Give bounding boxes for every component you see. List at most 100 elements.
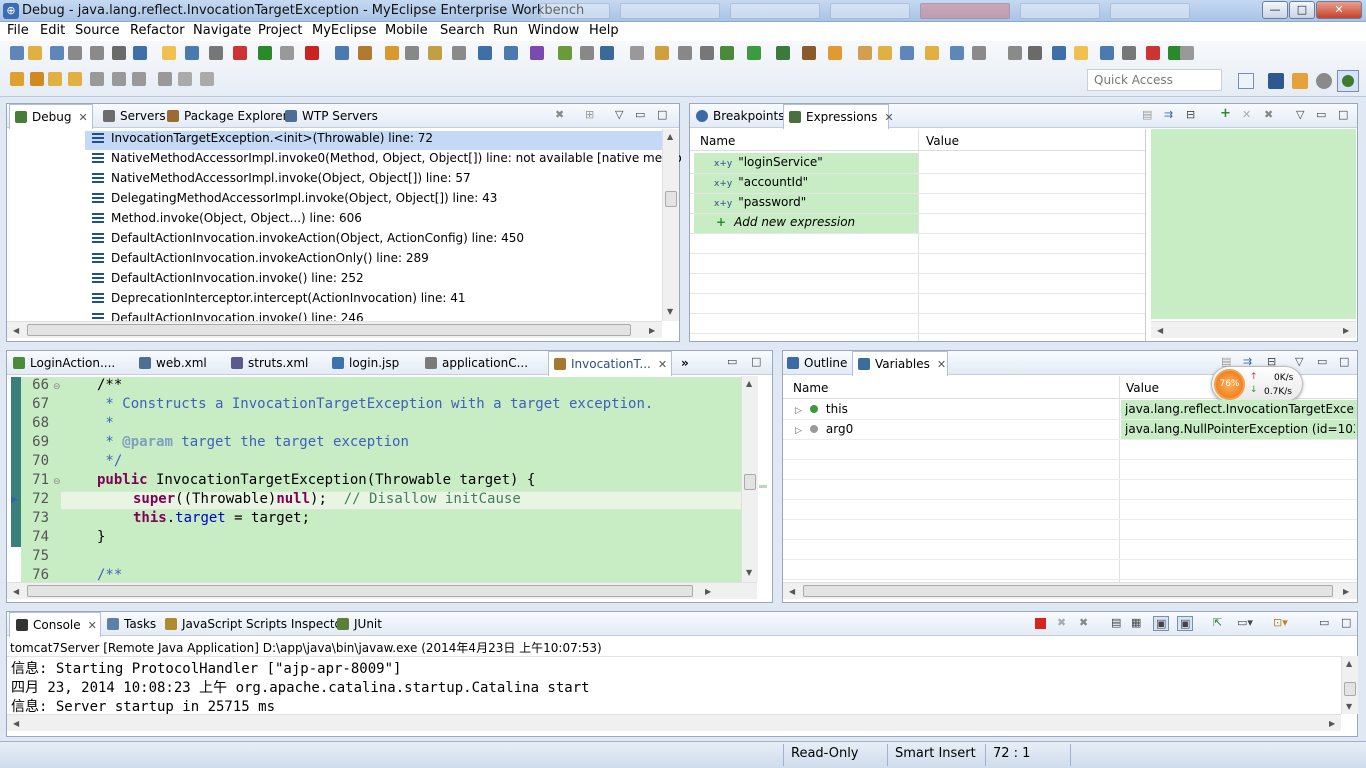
tab-breakpoints[interactable]: Breakpoints bbox=[696, 104, 784, 128]
toolbar-button-icon[interactable] bbox=[678, 46, 692, 60]
view-menu-icon[interactable]: ▽ bbox=[615, 108, 623, 121]
expression-item[interactable]: x+y "password" bbox=[714, 195, 806, 209]
toolbar-button-icon[interactable] bbox=[900, 46, 914, 60]
stack-frame[interactable]: DeprecationInterceptor.intercept(ActionI… bbox=[92, 291, 466, 311]
toolbar-button-icon[interactable] bbox=[335, 46, 349, 60]
minimize-view-icon[interactable]: ▭ bbox=[1316, 108, 1326, 121]
toolbar-button-icon[interactable] bbox=[48, 72, 62, 86]
minimize-view-icon[interactable]: ▭ bbox=[1319, 616, 1329, 629]
toolbar-button-icon[interactable] bbox=[1028, 46, 1042, 60]
maximize-view-icon[interactable]: □ bbox=[1341, 616, 1351, 629]
stack-frame[interactable]: DelegatingMethodAccessorImpl.invoke(Obje… bbox=[92, 191, 497, 211]
code-line-70[interactable]: */ bbox=[97, 453, 122, 469]
toolbar-button-icon[interactable] bbox=[1008, 46, 1022, 60]
toolbar-button-icon[interactable] bbox=[90, 72, 104, 86]
debug-perspective-icon[interactable] bbox=[1337, 70, 1359, 92]
toolbar-button-icon[interactable] bbox=[358, 46, 372, 60]
minimize-button[interactable]: — bbox=[1262, 1, 1288, 19]
view-menu-icon[interactable]: ▽ bbox=[1295, 355, 1303, 368]
toolbar-button-icon[interactable] bbox=[878, 46, 892, 60]
expand-all-icon[interactable]: ⇉ bbox=[1164, 108, 1173, 121]
tab-invocation-target[interactable]: InvocationT... ✕ bbox=[548, 351, 672, 376]
horizontal-scrollbar[interactable]: ◀ ▶ bbox=[7, 321, 662, 338]
close-icon[interactable]: ✕ bbox=[88, 619, 97, 632]
toolbar-button-icon[interactable] bbox=[1074, 46, 1088, 60]
menu-source[interactable]: Source bbox=[75, 23, 120, 38]
toolbar-button-icon[interactable] bbox=[720, 46, 734, 60]
close-icon[interactable]: ✕ bbox=[937, 358, 946, 371]
vertical-scrollbar[interactable]: ▲ ▼ bbox=[741, 376, 758, 582]
tab-console[interactable]: Console ✕ bbox=[9, 612, 101, 637]
toolbar-button-icon[interactable] bbox=[68, 46, 82, 60]
minimize-view-icon[interactable]: ▭ bbox=[1317, 355, 1327, 368]
close-icon[interactable]: ✕ bbox=[884, 111, 893, 124]
toolbar-button-icon[interactable] bbox=[185, 46, 199, 60]
variable-row[interactable]: ▷ this bbox=[795, 402, 848, 416]
toolbar-button-icon[interactable] bbox=[972, 46, 986, 60]
minimize-view-icon[interactable]: ▭ bbox=[727, 355, 737, 368]
column-value[interactable]: Value bbox=[926, 134, 959, 148]
code-line-73[interactable]: this.target = target; bbox=[133, 510, 310, 526]
toolbar-button-icon[interactable] bbox=[405, 46, 419, 60]
horizontal-scrollbar[interactable]: ◀ ▶ bbox=[7, 582, 757, 599]
tab-junit[interactable]: JUnit bbox=[337, 612, 382, 636]
tab-login-action[interactable]: LoginAction.... bbox=[13, 351, 115, 375]
toolbar-button-icon[interactable] bbox=[50, 46, 64, 60]
expand-icon[interactable]: ▷ bbox=[795, 406, 802, 416]
myeclipse-perspective-icon[interactable] bbox=[1268, 73, 1284, 89]
scroll-lock-icon[interactable]: ▦ bbox=[1131, 616, 1141, 629]
toolbar-button-icon[interactable] bbox=[504, 46, 518, 60]
close-icon[interactable]: ✕ bbox=[658, 358, 667, 371]
horizontal-scrollbar[interactable]: ◀ ▶ bbox=[7, 714, 1341, 731]
toolbar-button-icon[interactable] bbox=[280, 46, 294, 60]
toolbar-button-icon[interactable] bbox=[10, 72, 24, 86]
toolbar-button-icon[interactable] bbox=[68, 72, 82, 86]
remove-all-launches-icon[interactable]: ✖ bbox=[1079, 616, 1088, 629]
tab-js-inspector[interactable]: JavaScript Scripts Inspector bbox=[165, 612, 347, 636]
toolbar-button-icon[interactable] bbox=[10, 46, 24, 60]
minimize-view-icon[interactable]: ▭ bbox=[635, 108, 645, 121]
maximize-view-icon[interactable]: □ bbox=[657, 108, 667, 121]
horizontal-scrollbar[interactable]: ◀ ▶ bbox=[1151, 321, 1356, 338]
toolbar-button-icon[interactable] bbox=[428, 46, 442, 60]
toolbar-button-icon[interactable] bbox=[452, 46, 466, 60]
horizontal-scrollbar[interactable]: ◀ ▶ bbox=[783, 582, 1357, 599]
tab-application-context[interactable]: applicationC... bbox=[425, 351, 528, 375]
close-icon[interactable]: ✕ bbox=[78, 111, 87, 124]
collapse-icon[interactable]: ⊞ bbox=[585, 108, 594, 121]
toolbar-button-icon[interactable] bbox=[28, 46, 42, 60]
tab-web-xml[interactable]: web.xml bbox=[139, 351, 207, 375]
variable-value[interactable]: java.lang.reflect.InvocationTargetExcept… bbox=[1125, 402, 1355, 416]
quick-access-input[interactable]: Quick Access bbox=[1087, 69, 1222, 91]
code-line-72[interactable]: super((Throwable)null); // Disallow init… bbox=[133, 491, 521, 507]
code-line-76[interactable]: /** bbox=[97, 567, 122, 583]
close-button[interactable]: ✕ bbox=[1316, 1, 1362, 19]
tab-expressions[interactable]: Expressions ✕ bbox=[783, 104, 894, 129]
team-perspective-icon[interactable] bbox=[1316, 73, 1332, 89]
code-line-69[interactable]: * @param target the target exception bbox=[97, 434, 408, 450]
toolbar-button-icon[interactable] bbox=[802, 46, 816, 60]
remove-expression-icon[interactable]: ✕ bbox=[1242, 108, 1251, 121]
maximize-button[interactable]: □ bbox=[1289, 1, 1315, 19]
network-speed-widget[interactable]: 76% ↑ ↓ 0K/s 0.7K/s bbox=[1211, 366, 1303, 402]
stack-frame[interactable]: NativeMethodAccessorImpl.invoke(Object, … bbox=[92, 171, 471, 191]
fold-icon[interactable]: ⊖ bbox=[53, 382, 61, 392]
java-perspective-icon[interactable] bbox=[1292, 73, 1308, 89]
stack-frame[interactable]: Method.invoke(Object, Object...) line: 6… bbox=[92, 211, 362, 231]
collapse-all-icon[interactable]: ⊟ bbox=[1186, 108, 1195, 121]
toolbar-button-icon[interactable] bbox=[925, 46, 939, 60]
stack-frame[interactable]: DefaultActionInvocation.invokeAction(Obj… bbox=[92, 231, 524, 251]
maximize-view-icon[interactable]: □ bbox=[1339, 355, 1349, 368]
menu-refactor[interactable]: Refactor bbox=[130, 23, 185, 38]
menu-window[interactable]: Window bbox=[528, 23, 579, 38]
remove-all-icon[interactable]: ✖ bbox=[1264, 108, 1273, 121]
toolbar-button-icon[interactable] bbox=[858, 46, 872, 60]
stack-frame[interactable]: DefaultActionInvocation.invoke() line: 2… bbox=[92, 271, 364, 291]
toolbar-button-icon[interactable] bbox=[580, 46, 594, 60]
toolbar-button-icon[interactable] bbox=[1122, 46, 1136, 60]
toolbar-button-icon[interactable] bbox=[700, 46, 714, 60]
maximize-view-icon[interactable]: □ bbox=[1338, 108, 1348, 121]
toolbar-button-icon[interactable] bbox=[158, 72, 172, 86]
toolbar-button-icon[interactable] bbox=[90, 46, 104, 60]
code-line-74[interactable]: } bbox=[97, 529, 105, 545]
